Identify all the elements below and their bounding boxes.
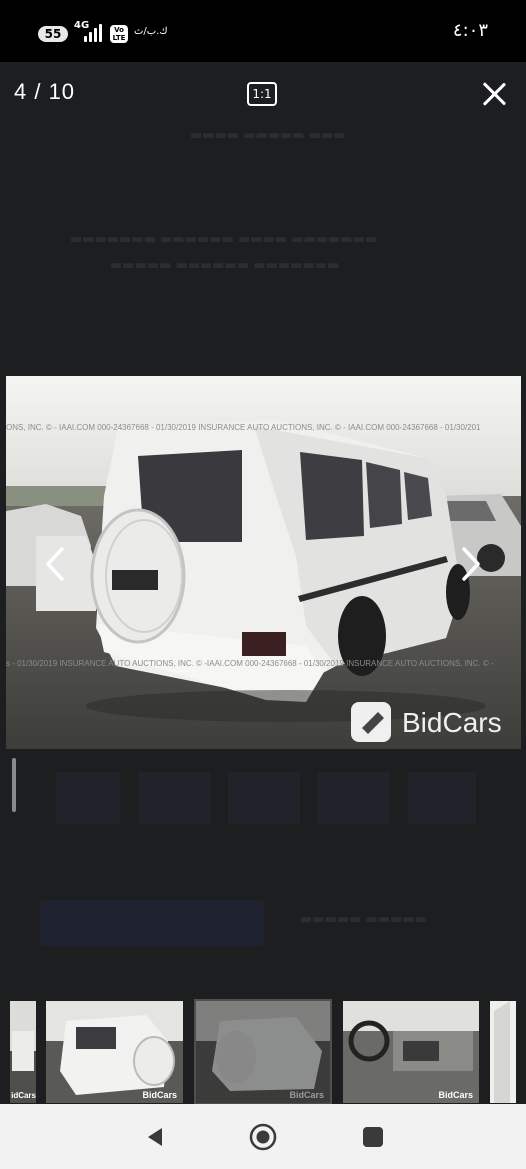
status-bar: 55 4G Vo LTE ك.ب/ث ٤:٠٣ xyxy=(0,0,526,62)
background-thumb xyxy=(408,772,476,824)
home-icon[interactable] xyxy=(248,1122,278,1152)
background-thumb xyxy=(56,772,120,824)
close-icon[interactable] xyxy=(480,80,508,108)
background-thumb xyxy=(138,772,210,824)
battery-indicator: 55 xyxy=(38,26,68,42)
chevron-left-icon xyxy=(46,547,64,581)
clock: ٤:٠٣ xyxy=(452,20,488,41)
previous-image-button[interactable] xyxy=(44,546,66,582)
photo-brand: BidCars xyxy=(402,707,502,738)
signal-icon xyxy=(84,24,104,42)
system-navigation-bar xyxy=(0,1104,526,1169)
thumbnail-strip[interactable]: idCars BidCars BidCars BidCars xyxy=(0,999,526,1105)
thumbnail[interactable] xyxy=(490,1001,516,1103)
background-text: ▬▬▬▬▬▬▬ ▬▬▬▬ ▬▬▬▬▬▬ ▬▬▬▬▬▬▬ xyxy=(70,232,378,247)
chevron-right-icon xyxy=(462,547,480,581)
photo-watermark-bottom: s - 01/30/2019 INSURANCE AUTO AUCTIONS, … xyxy=(6,659,494,668)
main-photo: ONS, INC. © - IAAI.COM 000-24367668 - 01… xyxy=(6,376,521,749)
aspect-ratio-button[interactable]: 1:1 xyxy=(247,82,277,106)
thumbnail-active[interactable]: BidCars xyxy=(194,999,332,1105)
data-rate: ك.ب/ث xyxy=(134,26,168,37)
background-text: ▬▬▬ ▬▬▬▬▬ ▬▬▬▬ xyxy=(190,128,346,143)
thumbnail[interactable]: BidCars xyxy=(46,1001,183,1103)
photo-watermark-top: ONS, INC. © - IAAI.COM 000-24367668 - 01… xyxy=(6,423,481,432)
next-image-button[interactable] xyxy=(460,546,482,582)
background-thumb xyxy=(228,772,300,824)
back-icon[interactable] xyxy=(140,1122,170,1152)
thumbnail[interactable]: idCars xyxy=(10,1001,36,1103)
background-text: ▬▬▬▬▬▬▬ ▬▬▬▬▬▬ ▬▬▬▬▬ xyxy=(110,258,340,273)
background-text: ▬▬▬▬▬ ▬▬▬▬▬ xyxy=(300,912,427,927)
background-button xyxy=(40,900,264,946)
recents-icon[interactable] xyxy=(358,1122,388,1152)
image-counter: 4 / 10 xyxy=(14,79,76,104)
background-thumb xyxy=(318,772,390,824)
volte-icon: Vo LTE xyxy=(110,25,128,43)
thumbnail[interactable]: BidCars xyxy=(343,1001,479,1103)
scroll-indicator[interactable] xyxy=(12,758,16,812)
